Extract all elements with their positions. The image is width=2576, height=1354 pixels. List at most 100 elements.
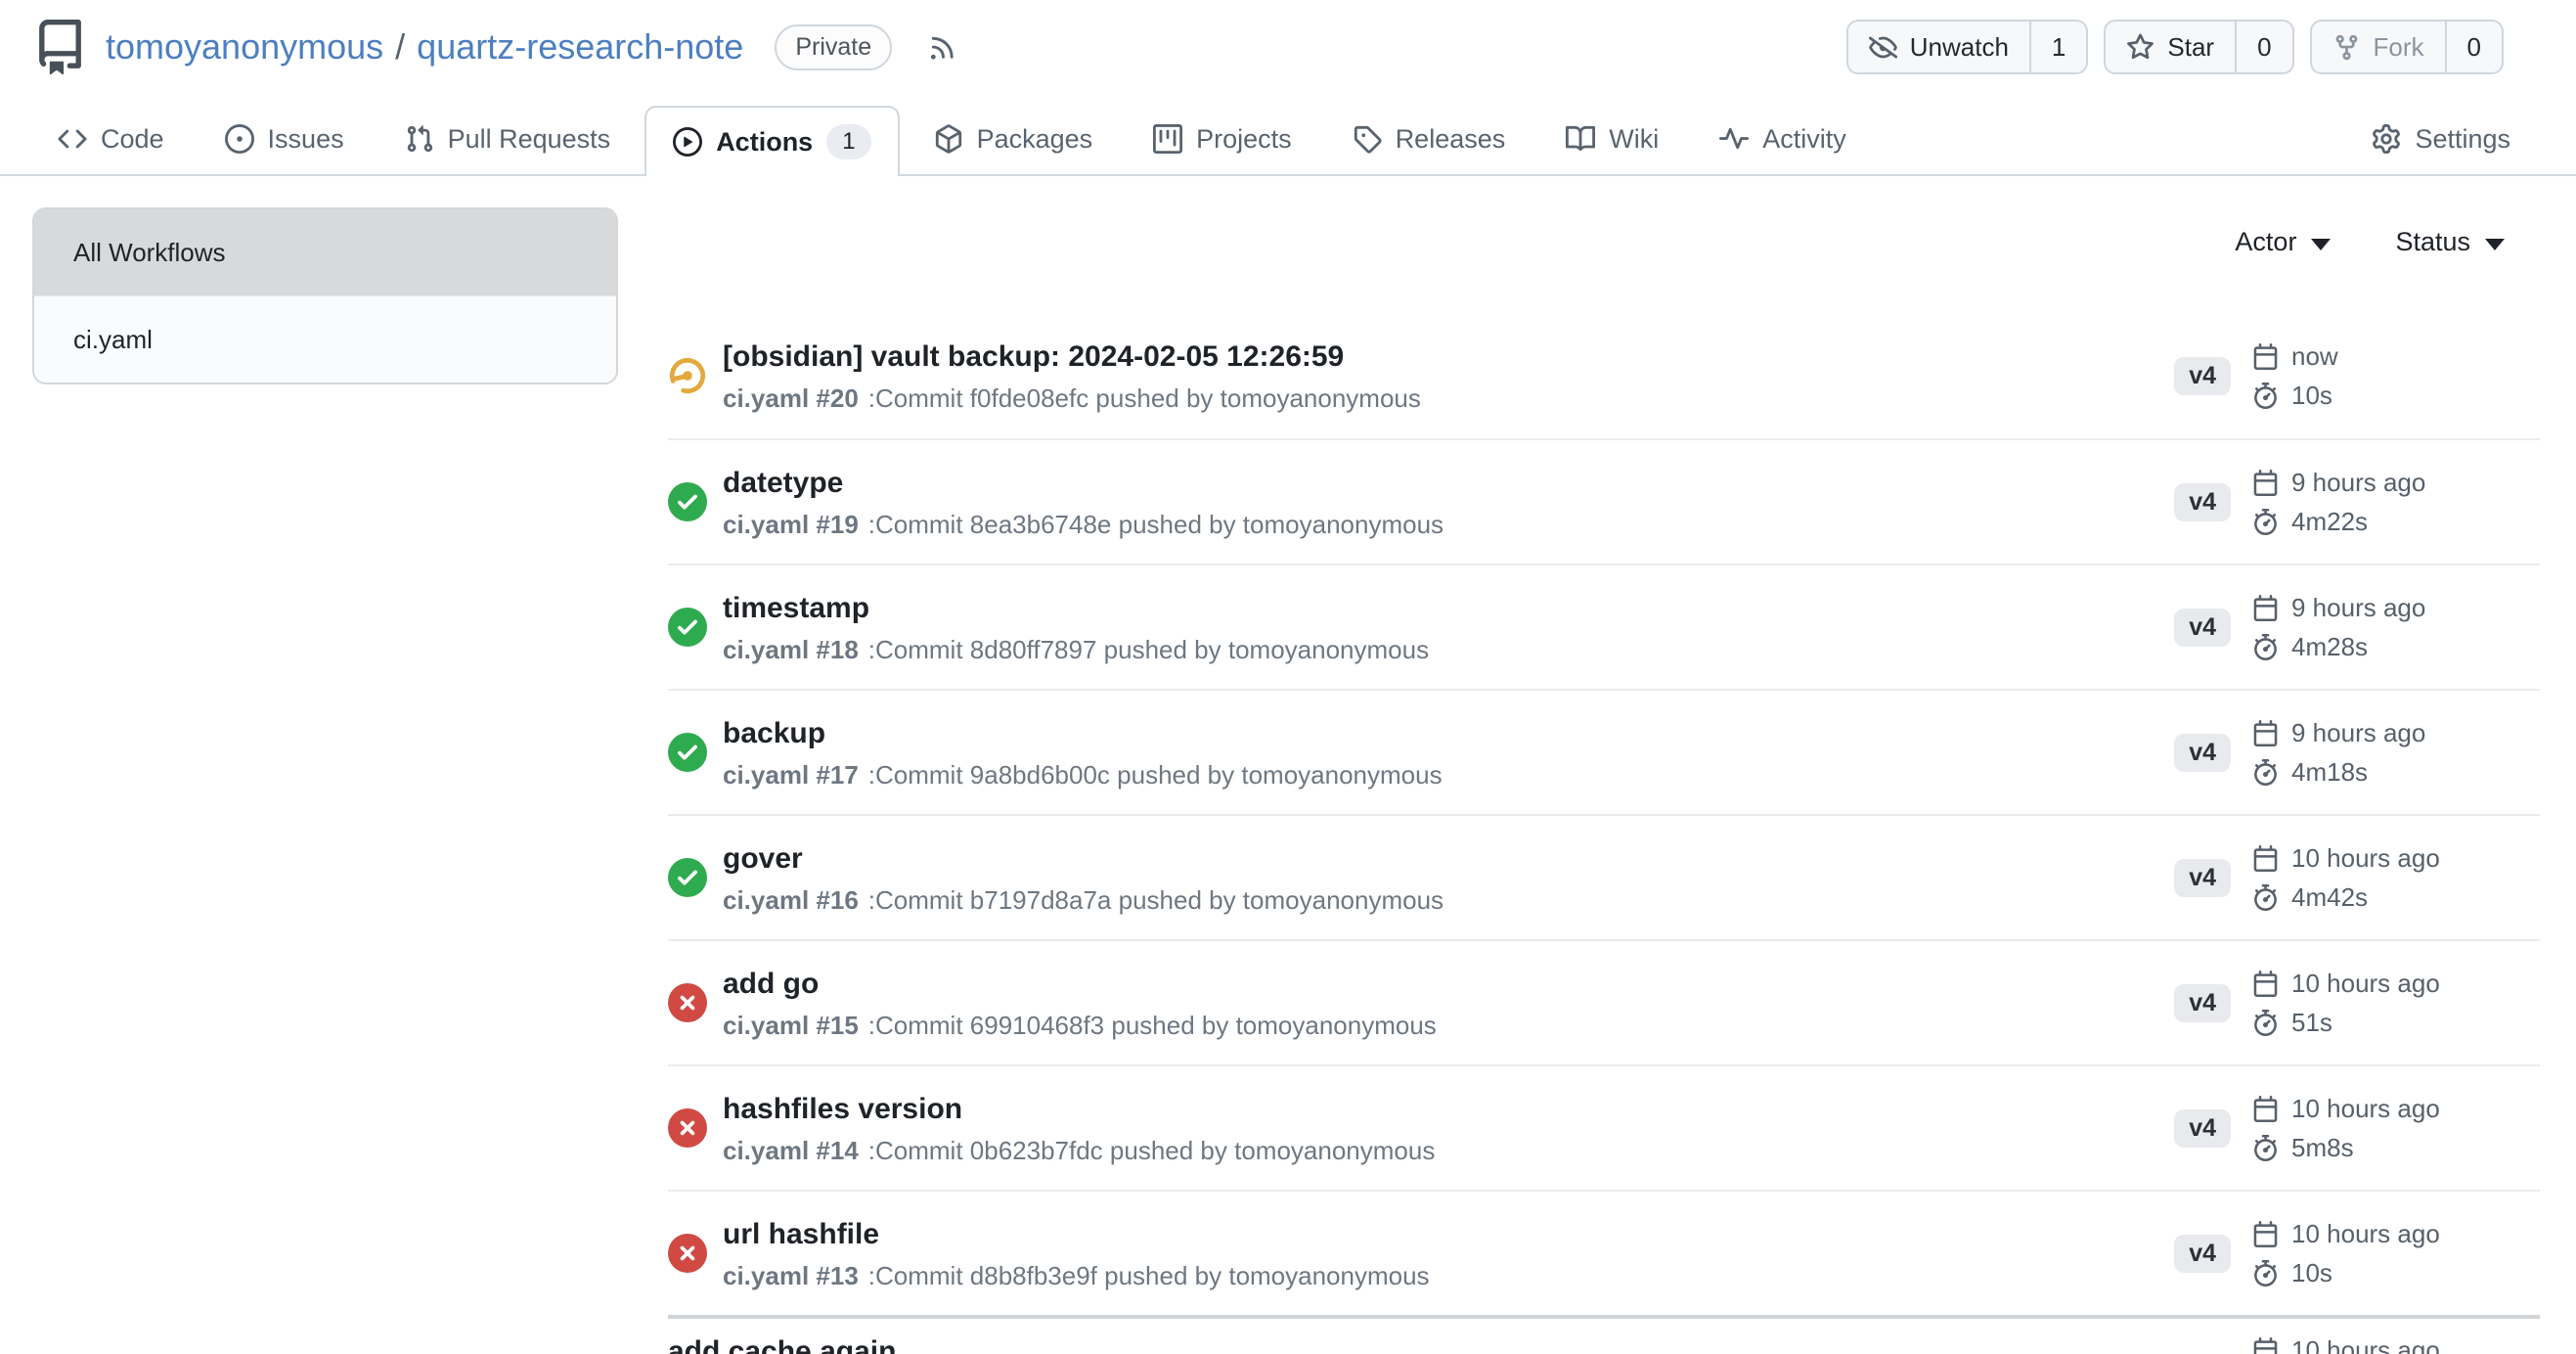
workflow-run-row[interactable]: gover ci.yaml #16:Commit b7197d8a7a push… [668,814,2540,939]
tab-packages[interactable]: Packages [908,104,1120,174]
social-button-count[interactable]: 1 [2029,22,2086,72]
workflow-run-row[interactable]: hashfiles version ci.yaml #14:Commit 0b6… [668,1064,2540,1190]
social-button-count[interactable]: 0 [2235,22,2291,72]
workflow-run-row[interactable]: [obsidian] vault backup: 2024-02-05 12:2… [668,313,2540,438]
tab-activity[interactable]: Activity [1693,104,1873,174]
tab-pull-requests[interactable]: Pull Requests [378,104,638,174]
run-time: 9 hours ago [2291,717,2425,748]
tab-releases[interactable]: Releases [1326,104,1532,174]
tab-label: Issues [268,124,344,155]
run-title-link[interactable]: add go [723,967,2174,1002]
calendar-icon [2252,1096,2279,1122]
workflow-run-list: [obsidian] vault backup: 2024-02-05 12:2… [668,313,2540,1354]
fork-button[interactable]: Fork 0 [2310,20,2504,74]
eye-closed-icon [1869,33,1897,62]
workflow-run-row[interactable]: add cache again 10 hours ago [668,1315,2540,1354]
run-text: add cache again [668,1334,2252,1354]
workflow-run-row[interactable]: datetype ci.yaml #19:Commit 8ea3b6748e p… [668,438,2540,564]
github-actions-page: tomoyanonymous/quartz-research-note Priv… [0,0,2576,1354]
check-circle-icon [668,482,707,521]
run-time-line: 9 hours ago [2252,592,2540,623]
run-text: add go ci.yaml #15:Commit 69910468f3 pus… [723,967,2174,1040]
run-workflow-ref: ci.yaml #15 [723,1011,859,1040]
tag-icon [1353,124,1382,154]
stopwatch-icon [2252,634,2279,660]
run-workflow-ref: ci.yaml #16 [723,885,859,915]
workflow-run-row[interactable]: backup ci.yaml #17:Commit 9a8bd6b00c pus… [668,689,2540,814]
run-duration-line: 51s [2252,1007,2540,1038]
run-subtitle: ci.yaml #17:Commit 9a8bd6b00c pushed by … [723,760,2174,790]
rss-feed-icon[interactable] [910,32,957,63]
social-button-count[interactable]: 0 [2445,22,2502,72]
social-button-main[interactable]: Fork [2312,22,2445,72]
social-button-main[interactable]: Unwatch [1848,22,2029,72]
tab-label: Projects [1196,124,1292,155]
tab-issues[interactable]: Issues [199,104,371,174]
run-time-line: 10 hours ago [2252,1218,2540,1249]
run-title-link[interactable]: backup [723,716,2174,751]
run-title-link[interactable]: add cache again [668,1334,2252,1354]
run-time: 10 hours ago [2291,1093,2440,1124]
version-badge: v4 [2174,1109,2231,1148]
project-icon [1153,124,1182,154]
tab-count-badge: 1 [826,124,870,159]
version-badge: v4 [2174,483,2231,521]
sidebar-item-ci-yaml[interactable]: ci.yaml [34,295,616,383]
stopwatch-icon [2252,1010,2279,1036]
repo-header: tomoyanonymous/quartz-research-note Priv… [0,0,2576,86]
run-meta: v4 9 hours ago 4m22s [2174,467,2540,537]
run-text: url hashfile ci.yaml #13:Commit d8b8fb3e… [723,1217,2174,1290]
tab-label: Packages [977,124,1093,155]
gear-icon [2372,124,2401,154]
repo-header-left: tomoyanonymous/quartz-research-note Priv… [32,20,957,75]
tab-actions[interactable]: Actions 1 [644,106,899,176]
run-title-link[interactable]: datetype [723,466,2174,501]
repo-book-icon [32,20,88,75]
workflow-run-row[interactable]: url hashfile ci.yaml #13:Commit d8b8fb3e… [668,1190,2540,1315]
run-subtitle: ci.yaml #15:Commit 69910468f3 pushed by … [723,1011,2174,1040]
tab-wiki[interactable]: Wiki [1539,104,1685,174]
actor-filter-dropdown[interactable]: Actor [2235,227,2331,257]
star-button[interactable]: Star 0 [2104,20,2293,74]
social-button-label: Star [2167,32,2214,63]
run-title-link[interactable]: timestamp [723,591,2174,626]
run-duration-line: 4m18s [2252,756,2540,788]
version-badge: v4 [2174,859,2231,897]
social-button-main[interactable]: Star [2106,22,2235,72]
run-subtitle: ci.yaml #14:Commit 0b623b7fdc pushed by … [723,1136,2174,1165]
tab-settings[interactable]: Settings [2345,104,2537,174]
unwatch-button[interactable]: Unwatch 1 [1846,20,2089,74]
run-commit-desc: :Commit f0fde08efc pushed by tomoyanonym… [868,384,1421,413]
repo-name-link[interactable]: quartz-research-note [417,26,743,67]
run-title-link[interactable]: [obsidian] vault backup: 2024-02-05 12:2… [723,339,2174,375]
tab-projects[interactable]: Projects [1127,104,1318,174]
stopwatch-icon [2252,884,2279,911]
run-time-line: 9 hours ago [2252,467,2540,498]
actor-filter-label: Actor [2235,227,2296,257]
stopwatch-icon [2252,1260,2279,1286]
run-title-link[interactable]: url hashfile [723,1217,2174,1252]
run-details: 9 hours ago 4m28s [2252,592,2540,662]
sidebar-item-all-workflows[interactable]: All Workflows [34,209,616,295]
workflow-run-row[interactable]: add go ci.yaml #15:Commit 69910468f3 pus… [668,939,2540,1064]
stopwatch-icon [2252,509,2279,535]
run-title-link[interactable]: hashfiles version [723,1092,2174,1127]
run-commit-desc: :Commit 0b623b7fdc pushed by tomoyanonym… [868,1136,1436,1165]
stopwatch-icon [2252,1135,2279,1161]
run-filters: Actor Status [668,196,2540,313]
workflow-run-row[interactable]: timestamp ci.yaml #18:Commit 8d80ff7897 … [668,564,2540,689]
run-workflow-ref: ci.yaml #13 [723,1261,859,1290]
run-time: 10 hours ago [2291,1334,2440,1354]
fork-icon [2332,33,2361,62]
run-time: now [2291,340,2338,372]
header-social-buttons: Unwatch 1 Star 0 Fork 0 [1846,20,2504,74]
status-filter-dropdown[interactable]: Status [2395,227,2505,257]
run-details: 10 hours ago 51s [2252,968,2540,1038]
run-meta: v4 10 hours ago 4m42s [2174,842,2540,913]
tab-code[interactable]: Code [31,104,191,174]
issue-icon [225,124,254,154]
version-badge: v4 [2174,357,2231,395]
progress-spinner-icon [668,356,707,395]
repo-owner-link[interactable]: tomoyanonymous [106,26,383,67]
run-title-link[interactable]: gover [723,841,2174,877]
